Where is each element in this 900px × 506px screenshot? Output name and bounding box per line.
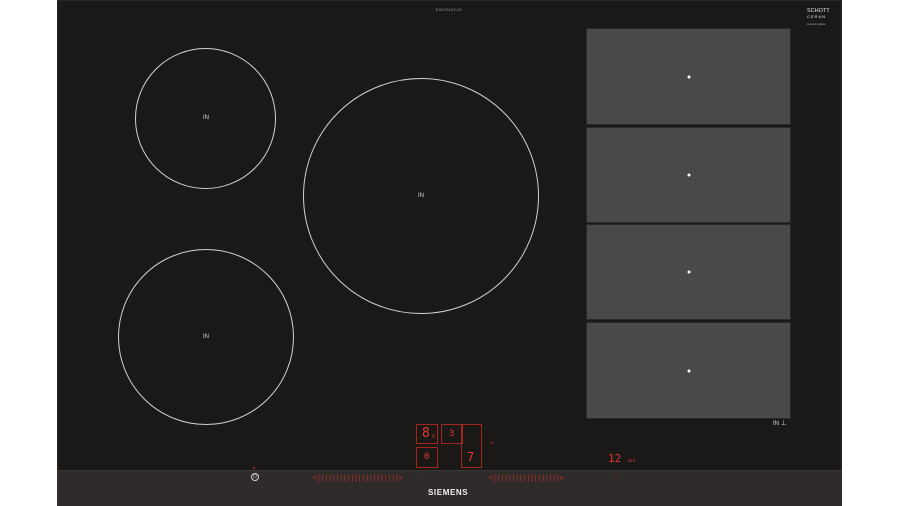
zone-label-center: IN [418, 193, 424, 199]
flex-zone-section-2[interactable] [586, 127, 791, 223]
timer-unit: min [627, 458, 636, 463]
section-marker [687, 75, 690, 78]
section-marker [687, 173, 690, 177]
ceran-label: CERAN [807, 14, 827, 19]
schott-ceran-logo: SCHOTT CERAN ceramic glass [807, 8, 830, 27]
flex-zone-in-label: IN [773, 421, 779, 427]
power-indicator: ● [253, 465, 256, 470]
zone-status-display[interactable]: 3 [441, 424, 463, 444]
flex-zone-section-3[interactable] [586, 224, 791, 320]
brand-logo: SIEMENS [428, 488, 469, 497]
timer-display[interactable]: 12 min [608, 452, 635, 465]
section-marker [687, 270, 690, 274]
cooktop-glass: EX875LEC1E SCHOTT CERAN ceramic glass IN… [57, 0, 842, 506]
main-level-value: 7 [467, 450, 475, 464]
minus-indicator[interactable]: - [421, 475, 423, 481]
zone-label-front-left: IN [203, 334, 209, 340]
timer-value: 12 [608, 452, 622, 465]
flex-zone-icon: ⊥ [780, 420, 787, 427]
main-level-display[interactable]: 7 [461, 424, 482, 468]
right-power-slider[interactable]: <||||||||||||||||||> [489, 474, 564, 482]
power-icon[interactable]: ⏻ [251, 473, 259, 481]
power-level-display[interactable]: 8 5 [416, 424, 438, 444]
flex-zone-label: IN ⊥ [773, 419, 787, 427]
zone-label-back-left: IN [203, 115, 209, 121]
glass-type-label: ceramic glass [807, 22, 826, 26]
power-level-value: 8 [422, 426, 430, 441]
power-level-sub: 5 [432, 434, 436, 440]
model-number: EX875LEC1E [435, 7, 463, 12]
left-power-slider[interactable]: <||||||||||||||||||||||> [313, 474, 403, 482]
zone-status-value: 3 [449, 429, 455, 439]
section-marker [687, 369, 690, 372]
zone-select-value: 0 [424, 452, 430, 462]
plus-indicator: + [490, 441, 494, 447]
zone-select-display[interactable]: 0 [416, 447, 438, 468]
flex-zone-section-4[interactable] [586, 322, 791, 419]
flex-zone-section-1[interactable] [586, 28, 791, 125]
timer-button[interactable]: ◦ ◦ [612, 475, 618, 481]
